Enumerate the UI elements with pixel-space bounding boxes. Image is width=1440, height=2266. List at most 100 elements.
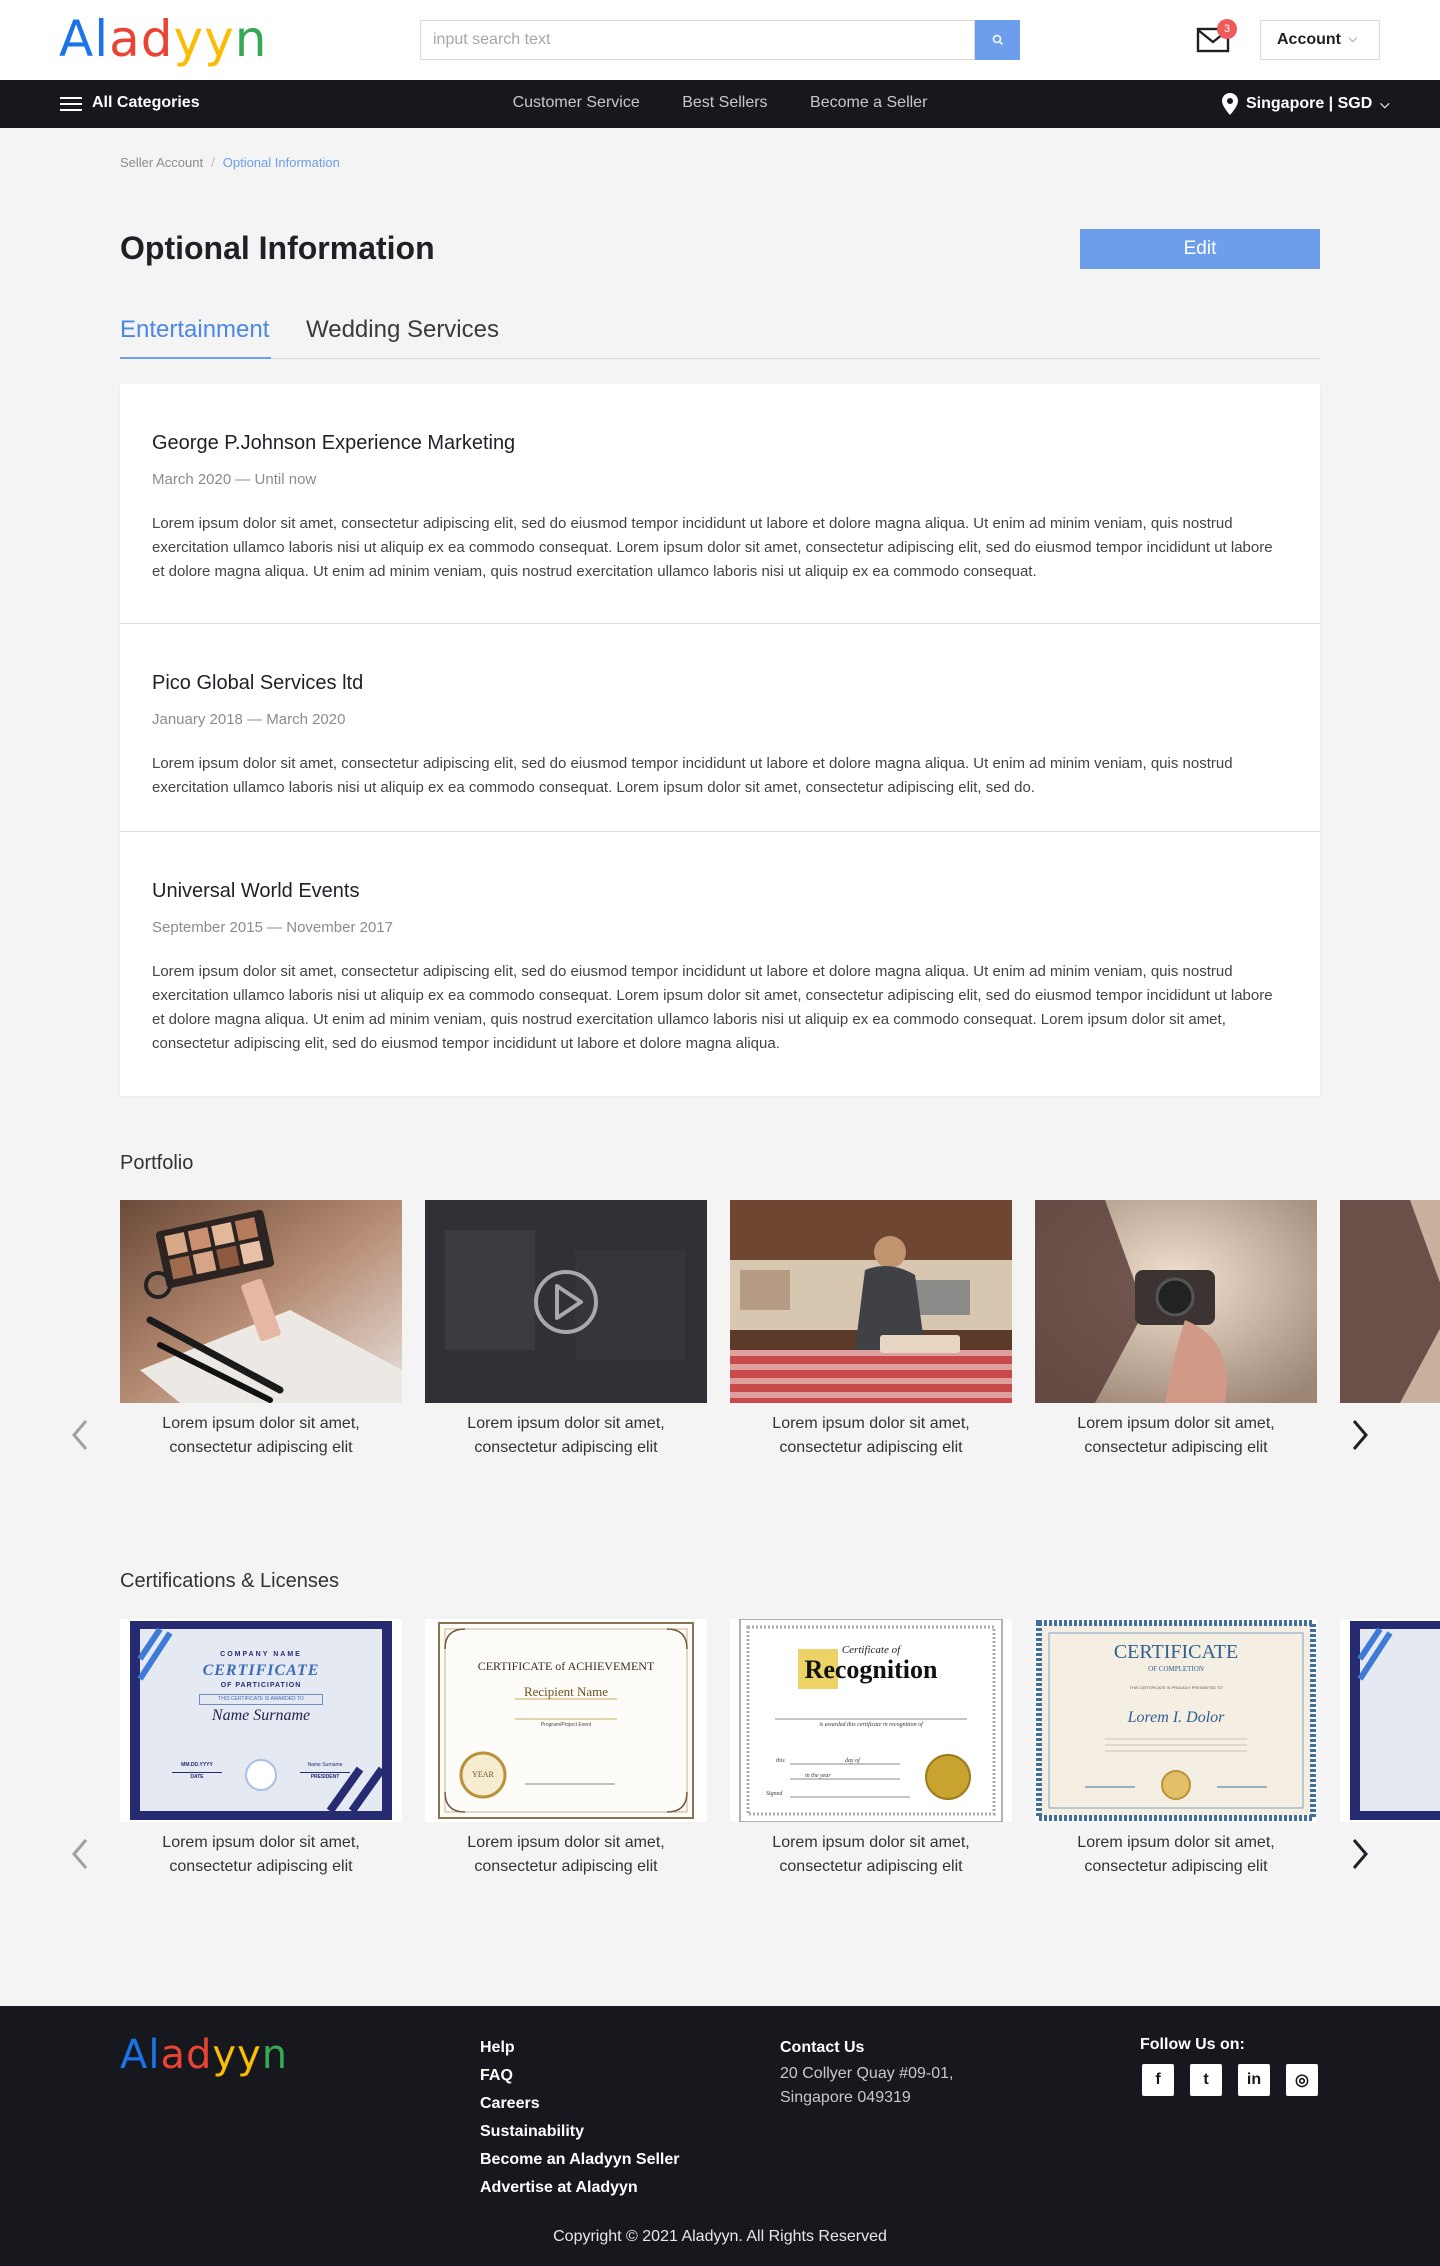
logo-letter: y	[212, 2032, 238, 2078]
footer-link-sustainability[interactable]: Sustainability	[480, 2118, 680, 2146]
cert-presented-line: THIS CERTIFICATE IS PROUDLY PRESENTED TO	[1129, 1685, 1223, 1690]
certificate-caption: Lorem ipsum dolor sit amet, consectetur a…	[162, 1834, 360, 1875]
certificate-image-recognition[interactable]: Certificate of Recognition is awarded th…	[730, 1619, 1012, 1822]
account-dropdown[interactable]: Account ⌵	[1260, 20, 1380, 60]
experience-company: George P.Johnson Experience Marketing	[152, 432, 516, 454]
breadcrumb-seller-account[interactable]: Seller Account	[120, 155, 203, 170]
portfolio-title: Portfolio	[120, 1152, 194, 1174]
nav-link-become-seller[interactable]: Become a Seller	[810, 94, 927, 111]
certificate-image-participation[interactable]: COMPANY NAME CERTIFICATE OF PARTICIPATIO…	[120, 1619, 402, 1822]
search-input[interactable]	[420, 20, 975, 60]
footer-contact: Contact Us 20 Collyer Quay #09-01, Singa…	[780, 2034, 953, 2110]
main-nav: All Categories Customer Service Best Sel…	[0, 80, 1440, 128]
social-links: f t in ◎	[1142, 2064, 1318, 2096]
logo-letter: a	[160, 2032, 187, 2078]
cert-date-label: DATE	[172, 1772, 222, 1780]
portfolio-caption: Lorem ipsum dolor sit amet, consectetur a…	[772, 1415, 970, 1456]
certificate-item[interactable]: CERTIFICATE of ACHIEVEMENT Recipient Nam…	[425, 1619, 707, 1822]
portfolio-next-arrow-icon[interactable]	[1346, 1415, 1376, 1455]
experience-dates: March 2020 — Until now	[152, 471, 317, 488]
cert-signature-name: Name Surname	[307, 1762, 343, 1768]
experience-description: Lorem ipsum dolor sit amet, consectetur …	[152, 755, 1233, 796]
all-categories-link[interactable]: All Categories	[92, 94, 200, 112]
chevron-down-icon: ⌵	[1380, 96, 1390, 111]
menu-icon[interactable]	[60, 93, 82, 115]
certificate-image-completion[interactable]: CERTIFICATE OF COMPLETION THIS CERTIFICA…	[1035, 1619, 1317, 1822]
contact-address-line: 20 Collyer Quay #09-01,	[780, 2065, 954, 2082]
footer-logo[interactable]: Aladyyn	[120, 2030, 288, 2080]
certificate-image-achievement[interactable]: CERTIFICATE of ACHIEVEMENT Recipient Nam…	[425, 1619, 707, 1822]
logo-letter: n	[261, 2032, 289, 2078]
breadcrumb: Seller Account / Optional Information	[120, 155, 340, 170]
certificate-item[interactable]: CERTIFICATE OF COMPLETION THIS CERTIFICA…	[1035, 1619, 1317, 1822]
certificate-item[interactable]	[1340, 1619, 1440, 1822]
footer-link-careers[interactable]: Careers	[480, 2090, 680, 2118]
portfolio-item[interactable]	[425, 1200, 707, 1403]
certificate-item[interactable]: Certificate of Recognition is awarded th…	[730, 1619, 1012, 1822]
tab-entertainment[interactable]: Entertainment	[120, 312, 272, 359]
cert-recipient-name: Lorem I. Dolor	[1127, 1709, 1225, 1726]
footer-link-become-seller[interactable]: Become an Aladyyn Seller	[480, 2146, 680, 2174]
logo-letter: A	[59, 10, 95, 68]
portfolio-image-makeup[interactable]	[120, 1200, 402, 1403]
cert-title: CERTIFICATE	[202, 1662, 320, 1679]
cert-president-label: PRESIDENT	[300, 1772, 350, 1780]
facebook-icon[interactable]: f	[1142, 2064, 1174, 2096]
footer-link-help[interactable]: Help	[480, 2034, 680, 2062]
footer-link-faq[interactable]: FAQ	[480, 2062, 680, 2090]
breadcrumb-current[interactable]: Optional Information	[223, 155, 340, 170]
cert-awarded-line: THIS CERTIFICATE IS AWARDED TO	[199, 1694, 323, 1705]
search-button[interactable]	[975, 20, 1020, 60]
logo-letter: y	[204, 10, 235, 68]
experience-item: Universal World Events September 2015 — …	[120, 832, 1320, 1096]
certificate-image-participation[interactable]	[1340, 1619, 1440, 1822]
location-selector[interactable]: Singapore | SGD ⌵	[1222, 93, 1389, 115]
portfolio-item[interactable]	[120, 1200, 402, 1403]
cert-company: COMPANY NAME	[220, 1651, 302, 1658]
certificate-caption: Lorem ipsum dolor sit amet, consectetur a…	[772, 1834, 970, 1875]
logo-letter: n	[234, 10, 268, 68]
portfolio-image-kitchen[interactable]	[730, 1200, 1012, 1403]
logo-letter: y	[237, 2032, 262, 2078]
cert-signed-label: Signed	[766, 1791, 783, 1797]
experience-description: Lorem ipsum dolor sit amet, consectetur …	[152, 515, 1273, 580]
certificate-item[interactable]: COMPANY NAME CERTIFICATE OF PARTICIPATIO…	[120, 1619, 402, 1822]
experience-item: Pico Global Services ltd January 2018 — …	[120, 624, 1320, 832]
footer-link-advertise[interactable]: Advertise at Aladyyn	[480, 2174, 680, 2202]
cert-day-label: day of	[845, 1758, 860, 1764]
cert-subtitle: OF COMPLETION	[1148, 1665, 1204, 1673]
cert-recipient-name: Recipient Name	[523, 1684, 609, 1699]
logo-letter: d	[186, 2032, 213, 2078]
tab-bar: Entertainment Wedding Services	[120, 312, 1320, 359]
portfolio-image-camera[interactable]	[1035, 1200, 1317, 1403]
portfolio-image-camera[interactable]	[1340, 1200, 1440, 1403]
notification-badge: 3	[1217, 19, 1237, 39]
nav-link-customer-service[interactable]: Customer Service	[513, 94, 640, 111]
experience-company: Universal World Events	[152, 880, 360, 902]
certifications-next-arrow-icon[interactable]	[1346, 1834, 1376, 1874]
portfolio-prev-arrow-icon[interactable]	[64, 1415, 94, 1455]
portfolio-carousel	[120, 1200, 1440, 1410]
instagram-icon[interactable]: ◎	[1286, 2064, 1318, 2096]
certificate-caption: Lorem ipsum dolor sit amet, consectetur a…	[1077, 1834, 1275, 1875]
portfolio-item[interactable]	[1340, 1200, 1440, 1403]
portfolio-video[interactable]	[425, 1200, 707, 1403]
linkedin-icon[interactable]: in	[1238, 2064, 1270, 2096]
breadcrumb-separator: /	[211, 155, 215, 170]
edit-button[interactable]: Edit	[1080, 229, 1320, 269]
portfolio-item[interactable]	[730, 1200, 1012, 1403]
certificate-caption: Lorem ipsum dolor sit amet, consectetur a…	[467, 1834, 665, 1875]
cert-title: Recognition	[804, 1655, 938, 1684]
nav-link-best-sellers[interactable]: Best Sellers	[682, 94, 767, 111]
experience-card: George P.Johnson Experience Marketing Ma…	[120, 384, 1320, 1096]
certifications-prev-arrow-icon[interactable]	[64, 1834, 94, 1874]
tab-wedding-services[interactable]: Wedding Services	[306, 312, 499, 359]
cert-year-label: in the year	[805, 1773, 831, 1779]
cert-description: is awarded this certificate in recogniti…	[819, 1722, 923, 1728]
logo-letter: a	[109, 10, 141, 68]
logo-letter: y	[173, 10, 205, 68]
logo-letter: d	[140, 10, 174, 68]
twitter-icon[interactable]: t	[1190, 2064, 1222, 2096]
portfolio-item[interactable]	[1035, 1200, 1317, 1403]
aladyyn-logo[interactable]: Aladyyn	[59, 8, 267, 70]
